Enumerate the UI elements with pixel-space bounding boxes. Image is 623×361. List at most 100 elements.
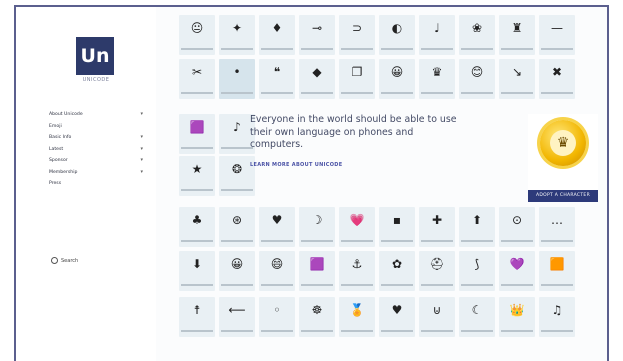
- emoji-tile[interactable]: ⛑: [419, 251, 455, 291]
- emoji-tile[interactable]: 🏅: [339, 297, 375, 337]
- emoji-tile[interactable]: ⊛: [219, 207, 255, 247]
- emoji-tile[interactable]: ⟆: [459, 251, 495, 291]
- sidebar-item-latest[interactable]: Latest ▾: [49, 144, 149, 156]
- emoji-tile[interactable]: ⊙: [499, 207, 535, 247]
- emoji-tile[interactable]: 💗: [339, 207, 375, 247]
- emoji-glyph: ⊙: [511, 213, 523, 227]
- chevron-down-icon: ▾: [140, 168, 143, 175]
- emoji-glyph: 💗: [349, 213, 365, 227]
- sidebar-item-label: Latest: [49, 146, 64, 152]
- emoji-glyph: ❐: [351, 65, 363, 79]
- emoji-tile[interactable]: …: [539, 207, 575, 247]
- sidebar-item-label: About Unicode: [49, 112, 83, 117]
- emoji-caption: [181, 92, 213, 94]
- sidebar-item-label: Sponsor: [49, 158, 68, 163]
- emoji-tile[interactable]: ✚: [419, 207, 455, 247]
- emoji-tile[interactable]: ⊍: [419, 297, 455, 337]
- emoji-tile[interactable]: ▪: [379, 207, 415, 247]
- emoji-tile[interactable]: ✦: [219, 15, 255, 55]
- emoji-tile[interactable]: •: [219, 59, 255, 99]
- emoji-tile[interactable]: ⟵: [219, 297, 255, 337]
- emoji-tile[interactable]: ♥: [259, 207, 295, 247]
- emoji-tile[interactable]: ♦: [259, 15, 295, 55]
- emoji-caption: [181, 330, 213, 332]
- emoji-tile[interactable]: 😄: [259, 251, 295, 291]
- emoji-tile[interactable]: ⚓: [339, 251, 375, 291]
- emoji-tile[interactable]: ☾: [459, 297, 495, 337]
- emoji-row: ★ ❂: [179, 156, 259, 200]
- emoji-tile[interactable]: ♥: [379, 297, 415, 337]
- emoji-tile[interactable]: 😀: [379, 59, 415, 99]
- emoji-tile[interactable]: ⊃: [339, 15, 375, 55]
- search-button[interactable]: Search: [51, 257, 131, 267]
- adopt-medal-icon: ♛: [540, 120, 586, 166]
- emoji-tile[interactable]: 🟪: [299, 251, 335, 291]
- emoji-tile[interactable]: ✖: [539, 59, 575, 99]
- emoji-caption: [301, 284, 333, 286]
- emoji-tile[interactable]: ❀: [459, 15, 495, 55]
- sidebar-item-basic-info[interactable]: Basic Info ▾: [49, 132, 149, 144]
- emoji-tile[interactable]: ◦: [259, 297, 295, 337]
- emoji-caption: [461, 92, 493, 94]
- adopt-character-button[interactable]: ADOPT A CHARACTER: [528, 190, 598, 202]
- emoji-glyph: 😀: [230, 257, 244, 271]
- emoji-glyph: ★: [191, 162, 203, 176]
- emoji-glyph: ⊸: [311, 21, 323, 35]
- sidebar-item-press[interactable]: Press: [49, 178, 149, 190]
- emoji-caption: [461, 330, 493, 332]
- emoji-tile[interactable]: 😀: [219, 251, 255, 291]
- emoji-tile[interactable]: ✿: [379, 251, 415, 291]
- emoji-tile[interactable]: ◐: [379, 15, 415, 55]
- emoji-caption: [261, 48, 293, 50]
- emoji-glyph: •: [233, 65, 241, 79]
- logo-subtitle: UNICODE: [82, 77, 110, 83]
- emoji-tile[interactable]: ☽: [299, 207, 335, 247]
- emoji-glyph: ⟵: [228, 303, 246, 317]
- emoji-tile[interactable]: ♣: [179, 207, 215, 247]
- promo-text: Everyone in the world should be able to …: [250, 114, 457, 150]
- emoji-row: ✂ • ❝ ◆ ❐ 😀 ♛ 😊 ↘ ✖: [179, 59, 579, 103]
- emoji-tile[interactable]: 💜: [499, 251, 535, 291]
- emoji-tile[interactable]: ⬆: [459, 207, 495, 247]
- emoji-glyph: ♥: [391, 303, 403, 317]
- sidebar-item-sponsor[interactable]: Sponsor ▾: [49, 155, 149, 167]
- emoji-tile[interactable]: ⬇: [179, 251, 215, 291]
- sidebar-item-label: Emoji: [49, 123, 62, 129]
- emoji-tile[interactable]: ⊸: [299, 15, 335, 55]
- emoji-tile[interactable]: ❝: [259, 59, 295, 99]
- chevron-down-icon: ▾: [140, 145, 143, 152]
- emoji-tile[interactable]: ↘: [499, 59, 535, 99]
- emoji-glyph: 😀: [390, 65, 404, 79]
- sidebar-item-membership[interactable]: Membership ▾: [49, 167, 149, 179]
- emoji-glyph: ♩: [434, 21, 440, 35]
- adopt-card: ♛ ADOPT A CHARACTER: [528, 114, 598, 202]
- emoji-tile[interactable]: ♜: [499, 15, 535, 55]
- emoji-tile[interactable]: ◆: [299, 59, 335, 99]
- search-icon: [51, 257, 58, 264]
- emoji-glyph: ▪: [392, 213, 402, 227]
- emoji-caption: [421, 330, 453, 332]
- emoji-tile[interactable]: ♫: [539, 297, 575, 337]
- sidebar-item-about[interactable]: About Unicode ▾: [49, 109, 149, 121]
- emoji-tile[interactable]: ♛: [419, 59, 455, 99]
- emoji-tile[interactable]: ♩: [419, 15, 455, 55]
- emoji-tile[interactable]: ✂: [179, 59, 215, 99]
- emoji-tile[interactable]: ☸: [299, 297, 335, 337]
- emoji-tile[interactable]: 👑: [499, 297, 535, 337]
- emoji-tile[interactable]: 🟪: [179, 114, 215, 154]
- emoji-tile[interactable]: —: [539, 15, 575, 55]
- emoji-tile[interactable]: ★: [179, 156, 215, 196]
- sidebar-item-emoji[interactable]: Emoji: [49, 121, 149, 133]
- emoji-tile[interactable]: 😐: [179, 15, 215, 55]
- emoji-tile[interactable]: 😊: [459, 59, 495, 99]
- chevron-down-icon: ▾: [140, 134, 143, 140]
- emoji-caption: [541, 240, 573, 242]
- unicode-logo[interactable]: Un: [76, 37, 114, 75]
- emoji-tile[interactable]: ❐: [339, 59, 375, 99]
- emoji-tile[interactable]: ☨: [179, 297, 215, 337]
- emoji-tile[interactable]: 🟧: [539, 251, 575, 291]
- emoji-row: 🟪 ♪: [179, 114, 259, 158]
- emoji-caption: [221, 330, 253, 332]
- emoji-caption: [461, 284, 493, 286]
- learn-more-link[interactable]: LEARN MORE ABOUT UNICODE: [250, 162, 470, 168]
